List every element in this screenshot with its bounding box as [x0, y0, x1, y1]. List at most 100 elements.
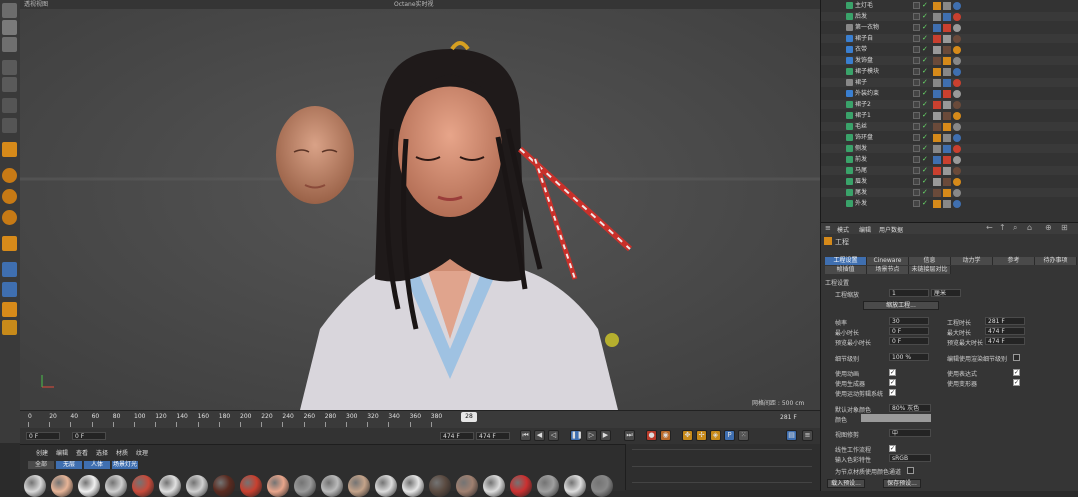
- material-tag-icon[interactable]: [943, 46, 951, 54]
- material-swatch[interactable]: [591, 475, 613, 497]
- axis-icon[interactable]: [2, 142, 17, 157]
- material-filter-tab[interactable]: 场景灯光: [112, 461, 139, 469]
- material-tag-icon[interactable]: [933, 35, 941, 43]
- material-tag-icon[interactable]: [943, 178, 951, 186]
- material-tag-icon[interactable]: [933, 79, 941, 87]
- preview-max-field[interactable]: 474 F: [985, 337, 1025, 345]
- playhead[interactable]: 28: [461, 412, 477, 422]
- max-time-field[interactable]: 474 F: [985, 327, 1025, 335]
- visibility-toggle[interactable]: [913, 68, 920, 75]
- node-color-checkbox[interactable]: [907, 467, 914, 474]
- material-tag-icon[interactable]: [933, 13, 941, 21]
- material-tag-icon[interactable]: [943, 68, 951, 76]
- material-filter-tab[interactable]: 全部: [28, 461, 55, 469]
- prev-key-icon[interactable]: ◀: [534, 430, 545, 441]
- material-menu-item[interactable]: 查看: [76, 448, 88, 457]
- key-param-icon[interactable]: P: [724, 430, 735, 441]
- material-tag-icon[interactable]: [953, 178, 961, 186]
- viewport[interactable]: 透视视图 Octane实时视 网格间距: 500 cm: [20, 0, 820, 410]
- material-tag-icon[interactable]: [943, 13, 951, 21]
- model-mode-icon[interactable]: [2, 118, 17, 133]
- material-swatch[interactable]: [213, 475, 235, 497]
- attr-tab[interactable]: Cineware: [867, 257, 909, 265]
- enabled-check-icon[interactable]: ✓: [922, 155, 928, 164]
- material-tag-icon[interactable]: [933, 24, 941, 32]
- enabled-check-icon[interactable]: ✓: [922, 144, 928, 153]
- material-swatch[interactable]: [240, 475, 262, 497]
- material-tag-icon[interactable]: [933, 112, 941, 120]
- film-icon[interactable]: ▤: [786, 430, 797, 441]
- material-tag-icon[interactable]: [953, 156, 961, 164]
- material-tag-icon[interactable]: [943, 156, 951, 164]
- material-filter-tab[interactable]: 无层: [56, 461, 83, 469]
- attr-tab[interactable]: 工程设置: [825, 257, 867, 265]
- material-tag-icon[interactable]: [933, 68, 941, 76]
- autokey-icon[interactable]: ◉: [660, 430, 671, 441]
- default-color-dropdown[interactable]: 80% 灰色: [889, 404, 931, 412]
- material-swatch[interactable]: [402, 475, 424, 497]
- enabled-check-icon[interactable]: ✓: [922, 133, 928, 142]
- linear-workflow-checkbox[interactable]: ✓: [889, 445, 896, 452]
- object-row[interactable]: 眉发 ✓: [821, 177, 1078, 186]
- timeline-options-icon[interactable]: ≡: [802, 430, 813, 441]
- material-tag-icon[interactable]: [943, 123, 951, 131]
- visibility-toggle[interactable]: [913, 35, 920, 42]
- object-row[interactable]: 衣带 ✓: [821, 45, 1078, 54]
- attr-tab[interactable]: 参考: [993, 257, 1035, 265]
- object-row[interactable]: 尾发 ✓: [821, 188, 1078, 197]
- object-row[interactable]: 后发 ✓: [821, 12, 1078, 21]
- use-expr-checkbox[interactable]: ✓: [1013, 369, 1020, 376]
- material-tag-icon[interactable]: [953, 101, 961, 109]
- live-select-icon[interactable]: [2, 20, 17, 35]
- material-tag-icon[interactable]: [953, 68, 961, 76]
- material-tag-icon[interactable]: [933, 101, 941, 109]
- visibility-toggle[interactable]: [913, 134, 920, 141]
- material-tag-icon[interactable]: [953, 134, 961, 142]
- enabled-check-icon[interactable]: ✓: [922, 12, 928, 21]
- enabled-check-icon[interactable]: ✓: [922, 45, 928, 54]
- material-tag-icon[interactable]: [953, 35, 961, 43]
- object-row[interactable]: 毛丝 ✓: [821, 122, 1078, 131]
- attr-menu-mode[interactable]: 模式: [837, 225, 849, 234]
- object-row[interactable]: 裙子 ✓: [821, 78, 1078, 87]
- polygons-mode-icon[interactable]: [2, 98, 17, 113]
- end-frame-field[interactable]: 474 F: [476, 432, 510, 440]
- enabled-check-icon[interactable]: ✓: [922, 111, 928, 120]
- goto-start-icon[interactable]: ⏮: [520, 430, 531, 441]
- octane-icon[interactable]: [2, 302, 17, 317]
- record-icon[interactable]: ●: [646, 430, 657, 441]
- fps-field[interactable]: 30: [889, 317, 929, 325]
- material-tag-icon[interactable]: [943, 200, 951, 208]
- visibility-toggle[interactable]: [913, 46, 920, 53]
- material-filter-tab[interactable]: 人体: [84, 461, 111, 469]
- material-tag-icon[interactable]: [943, 167, 951, 175]
- enabled-check-icon[interactable]: ✓: [922, 23, 928, 32]
- material-swatch[interactable]: [348, 475, 370, 497]
- material-tag-icon[interactable]: [943, 2, 951, 10]
- visibility-toggle[interactable]: [913, 13, 920, 20]
- enabled-check-icon[interactable]: ✓: [922, 166, 928, 175]
- gear-icon[interactable]: [2, 320, 17, 335]
- material-swatch[interactable]: [24, 475, 46, 497]
- material-tag-icon[interactable]: [953, 200, 961, 208]
- material-tag-icon[interactable]: [953, 123, 961, 131]
- scale-project-button[interactable]: 缩放工程...: [863, 301, 939, 310]
- attr-menu-edit[interactable]: 编辑: [859, 225, 871, 234]
- material-tag-icon[interactable]: [933, 145, 941, 153]
- render-lod-checkbox[interactable]: [1013, 354, 1020, 361]
- next-key-icon[interactable]: ▶: [600, 430, 611, 441]
- attr-tab[interactable]: 未链接层对比: [909, 266, 951, 274]
- material-tag-icon[interactable]: [943, 189, 951, 197]
- visibility-toggle[interactable]: [913, 145, 920, 152]
- material-swatch[interactable]: [105, 475, 127, 497]
- object-row[interactable]: 外发 ✓: [821, 199, 1078, 208]
- material-swatch[interactable]: [564, 475, 586, 497]
- visibility-toggle[interactable]: [913, 24, 920, 31]
- object-row[interactable]: 马尾 ✓: [821, 166, 1078, 175]
- enabled-check-icon[interactable]: ✓: [922, 34, 928, 43]
- object-row[interactable]: 外装约束 ✓: [821, 89, 1078, 98]
- use-anim-checkbox[interactable]: ✓: [889, 369, 896, 376]
- material-swatch[interactable]: [429, 475, 451, 497]
- material-tag-icon[interactable]: [943, 90, 951, 98]
- attr-tab[interactable]: 场景节点: [867, 266, 909, 274]
